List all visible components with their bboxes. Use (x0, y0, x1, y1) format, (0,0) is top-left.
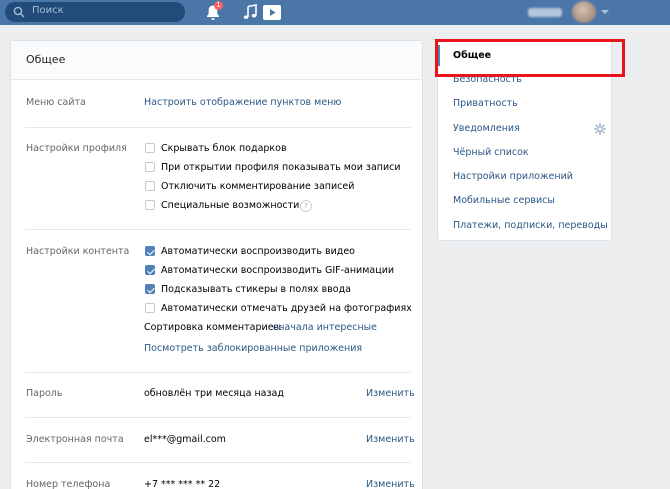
divider (25, 372, 411, 373)
divider (25, 417, 411, 418)
music-icon[interactable] (243, 4, 257, 20)
tag-friends-checkbox[interactable] (145, 303, 155, 313)
configure-menu-link[interactable]: Настроить отображение пунктов меню (144, 97, 341, 108)
card-header: Общее (11, 41, 422, 80)
phone-label: Номер телефона (26, 479, 111, 489)
comment-sort-link[interactable]: сначала интересные (273, 322, 377, 333)
blocked-apps-link[interactable]: Посмотреть заблокированные приложения (144, 343, 362, 354)
divider (25, 229, 411, 230)
gear-icon[interactable] (594, 123, 606, 135)
change-email-link[interactable]: Изменить (366, 434, 415, 445)
site-menu-label: Меню сайта (26, 97, 86, 108)
suggest-stickers-checkbox[interactable] (145, 284, 155, 294)
top-bar: Поиск 1 (0, 0, 670, 25)
menu-item-blacklist[interactable]: Чёрный список (453, 147, 529, 158)
tag-friends-label[interactable]: Автоматически отмечать друзей на фотогра… (161, 303, 412, 314)
autoplay-video-checkbox[interactable] (145, 246, 155, 256)
user-name[interactable] (528, 8, 562, 17)
search-input[interactable]: Поиск (5, 2, 185, 22)
email-value: el***@gmail.com (144, 434, 226, 445)
menu-item-payments[interactable]: Платежи, подписки, переводы (453, 220, 608, 231)
phone-value: +7 *** *** ** 22 (144, 479, 221, 489)
autoplay-video-label[interactable]: Автоматически воспроизводить видео (161, 246, 355, 257)
disable-comments-checkbox[interactable] (145, 181, 155, 191)
disable-comments-label[interactable]: Отключить комментирование записей (161, 181, 354, 192)
menu-item-app-settings[interactable]: Настройки приложений (453, 171, 573, 182)
highlight-frame (435, 39, 625, 77)
hide-gifts-checkbox[interactable] (145, 143, 155, 153)
settings-card: Общее Меню сайта Настроить отображение п… (10, 40, 423, 489)
divider (25, 462, 411, 463)
notification-badge: 1 (214, 1, 223, 10)
password-value: обновлён три месяца назад (144, 388, 284, 399)
password-label: Пароль (26, 388, 63, 399)
page-title: Общее (26, 53, 66, 66)
chevron-down-icon[interactable] (601, 10, 609, 14)
profile-settings-label: Настройки профиля (26, 143, 127, 154)
menu-item-notifications[interactable]: Уведомления (453, 123, 520, 134)
content-settings-label: Настройки контента (26, 246, 130, 257)
hide-gifts-label[interactable]: Скрывать блок подарков (161, 143, 287, 154)
change-phone-link[interactable]: Изменить (366, 479, 415, 489)
show-my-posts-label[interactable]: При открытии профиля показывать мои запи… (161, 162, 401, 173)
avatar[interactable] (572, 1, 596, 23)
change-password-link[interactable]: Изменить (366, 388, 415, 399)
autoplay-gif-checkbox[interactable] (145, 265, 155, 275)
comment-sort-label: Сортировка комментариев: (144, 322, 283, 333)
search-placeholder: Поиск (32, 5, 64, 16)
accessibility-label[interactable]: Специальные возможности (161, 200, 299, 211)
show-my-posts-checkbox[interactable] (145, 162, 155, 172)
menu-item-privacy[interactable]: Приватность (453, 98, 518, 109)
search-icon (13, 6, 25, 18)
autoplay-gif-label[interactable]: Автоматически воспроизводить GIF-анимаци… (161, 265, 394, 276)
divider (25, 127, 411, 128)
email-label: Электронная почта (26, 434, 124, 445)
suggest-stickers-label[interactable]: Подсказывать стикеры в полях ввода (161, 284, 351, 295)
help-icon[interactable]: ? (300, 200, 312, 212)
video-icon[interactable] (263, 5, 281, 20)
menu-item-mobile-services[interactable]: Мобильные сервисы (453, 195, 555, 206)
accessibility-checkbox[interactable] (145, 200, 155, 210)
